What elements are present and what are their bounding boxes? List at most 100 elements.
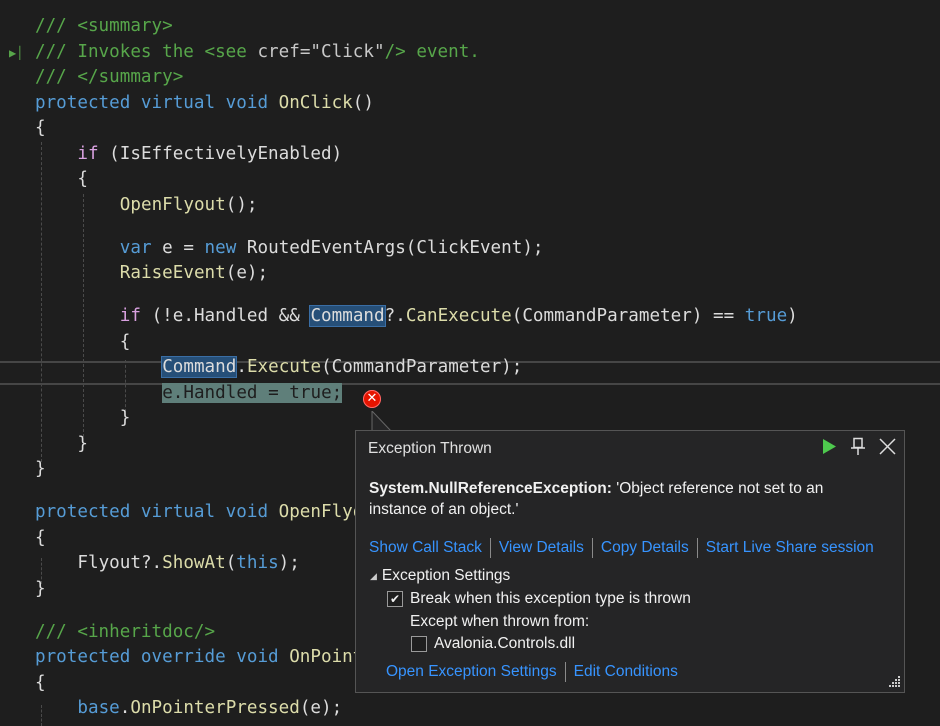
code-token: } [35, 459, 46, 479]
code-token: } [119, 408, 131, 428]
code-token: ShowAt [162, 553, 226, 573]
code-token: ); [278, 553, 300, 573]
code-token: (IsEffectivelyEnabled) [98, 143, 343, 164]
code-token: (e); [225, 263, 269, 283]
continue-button[interactable] [822, 438, 837, 455]
code-token: var [119, 237, 152, 258]
module-label: Avalonia.Controls.dll [434, 635, 576, 652]
code-line[interactable]: OpenFlyout(); [120, 193, 258, 219]
code-token: base [77, 698, 120, 718]
code-token: if [77, 143, 99, 164]
error-icon[interactable]: ✕ [363, 390, 381, 408]
code-token: RaiseEvent [119, 263, 226, 283]
code-token: if [119, 306, 141, 326]
code-token: } [77, 433, 88, 454]
divider [591, 538, 593, 558]
code-token: { [35, 672, 46, 693]
break-when-thrown-label: Break when this exception type is thrown [410, 590, 691, 607]
code-token: cref="Click" [257, 41, 385, 62]
code-token: /// </summary> [35, 67, 184, 87]
code-token: /> event. [384, 41, 480, 62]
code-token: (!e.Handled && [140, 306, 311, 326]
code-token: (CommandParameter) == [511, 306, 745, 326]
open-exception-settings-link[interactable]: Open Exception Settings [386, 663, 557, 681]
code-token: protected override void [35, 647, 290, 667]
module-checkbox[interactable] [411, 636, 427, 652]
code-token: . [236, 357, 247, 377]
code-line[interactable]: /// <summary> [35, 14, 173, 40]
code-line[interactable]: if (IsEffectivelyEnabled) [77, 142, 342, 168]
close-button[interactable] [879, 437, 896, 455]
code-line[interactable]: } [35, 457, 46, 483]
code-token: ) [787, 306, 798, 326]
indent-guide [41, 705, 42, 726]
code-line[interactable]: var e = new RoutedEventArgs(ClickEvent); [120, 236, 544, 262]
indent-guide [41, 142, 42, 462]
code-line[interactable]: } [77, 432, 88, 458]
code-line[interactable]: { [35, 526, 46, 552]
code-token: new [204, 237, 237, 258]
pin-icon [851, 437, 865, 455]
code-token: /// Invokes the <see [35, 41, 258, 62]
exception-settings-toggle[interactable]: ◢ Exception Settings [370, 567, 510, 585]
code-line[interactable]: protected virtual void OnClick() [35, 91, 374, 117]
step-indicator-icon[interactable]: ▶│ [9, 46, 23, 60]
start-live-share-link[interactable]: Start Live Share session [706, 539, 874, 557]
code-token: OnPointerPressed [130, 698, 300, 718]
code-line[interactable]: { [35, 671, 46, 697]
exception-message: System.NullReferenceException: 'Object r… [369, 478, 869, 520]
exception-settings-header: Exception Settings [381, 567, 511, 584]
code-token: CanExecute [405, 306, 512, 326]
break-when-thrown-row[interactable]: ✔ Break when this exception type is thro… [387, 590, 691, 608]
copy-details-link[interactable]: Copy Details [601, 539, 689, 557]
continue-play-icon [823, 438, 836, 454]
show-call-stack-link[interactable]: Show Call Stack [369, 539, 482, 557]
code-line[interactable]: e.Handled = true; [162, 381, 343, 407]
divider [696, 538, 698, 558]
code-token: (e); [299, 698, 343, 718]
code-line[interactable]: /// <inheritdoc/> [35, 620, 215, 646]
code-token: () [352, 92, 374, 113]
code-line[interactable]: { [120, 330, 131, 356]
indent-guide [83, 194, 84, 437]
view-details-link[interactable]: View Details [499, 539, 584, 557]
except-when-thrown-label: Except when thrown from: [410, 613, 590, 630]
code-token: OpenFlyout [119, 194, 226, 215]
code-line[interactable]: Command.Execute(CommandParameter); [161, 355, 523, 381]
current-statement: e.Handled = true; [162, 382, 343, 403]
break-when-thrown-checkbox[interactable]: ✔ [387, 591, 403, 607]
exception-popup: Exception Thrown System.NullReferenceExc… [355, 430, 905, 693]
highlighted-reference: Command [161, 356, 238, 378]
code-token: protected virtual void [35, 92, 279, 113]
code-line[interactable]: { [35, 116, 46, 142]
collapse-triangle-icon: ◢ [370, 570, 377, 581]
code-token: Flyout?. [77, 553, 163, 573]
code-line[interactable]: RaiseEvent(e); [120, 261, 268, 287]
code-line[interactable]: protected virtual void OpenFlyout() [35, 500, 406, 526]
highlighted-reference: Command [309, 305, 386, 327]
code-token: ?. [384, 306, 406, 326]
resize-grip-icon[interactable] [887, 675, 901, 689]
code-line[interactable]: base.OnPointerPressed(e); [77, 696, 342, 722]
module-row[interactable]: Avalonia.Controls.dll [411, 635, 575, 653]
code-token: true [744, 306, 788, 326]
current-line-border-bottom [0, 383, 940, 385]
code-token: (CommandParameter); [321, 357, 523, 377]
code-line[interactable]: /// </summary> [35, 65, 183, 91]
popup-title: Exception Thrown [368, 440, 492, 457]
edit-conditions-link[interactable]: Edit Conditions [574, 663, 678, 681]
code-line[interactable]: Flyout?.ShowAt(this); [77, 551, 299, 577]
code-token: protected virtual void [35, 502, 279, 522]
code-token: (); [225, 194, 258, 215]
action-links: Show Call Stack View Details Copy Detail… [369, 538, 874, 558]
code-line[interactable]: { [77, 167, 88, 193]
code-line[interactable]: } [35, 577, 46, 603]
code-line[interactable]: if (!e.Handled && Command?.CanExecute(Co… [120, 304, 798, 330]
code-token: { [119, 331, 131, 352]
code-line[interactable]: } [120, 406, 131, 432]
indent-guide [125, 360, 126, 412]
pin-button[interactable] [851, 437, 865, 455]
code-line[interactable]: /// Invokes the <see cref="Click"/> even… [35, 40, 480, 66]
code-token: e = [151, 237, 205, 258]
divider [489, 538, 491, 558]
